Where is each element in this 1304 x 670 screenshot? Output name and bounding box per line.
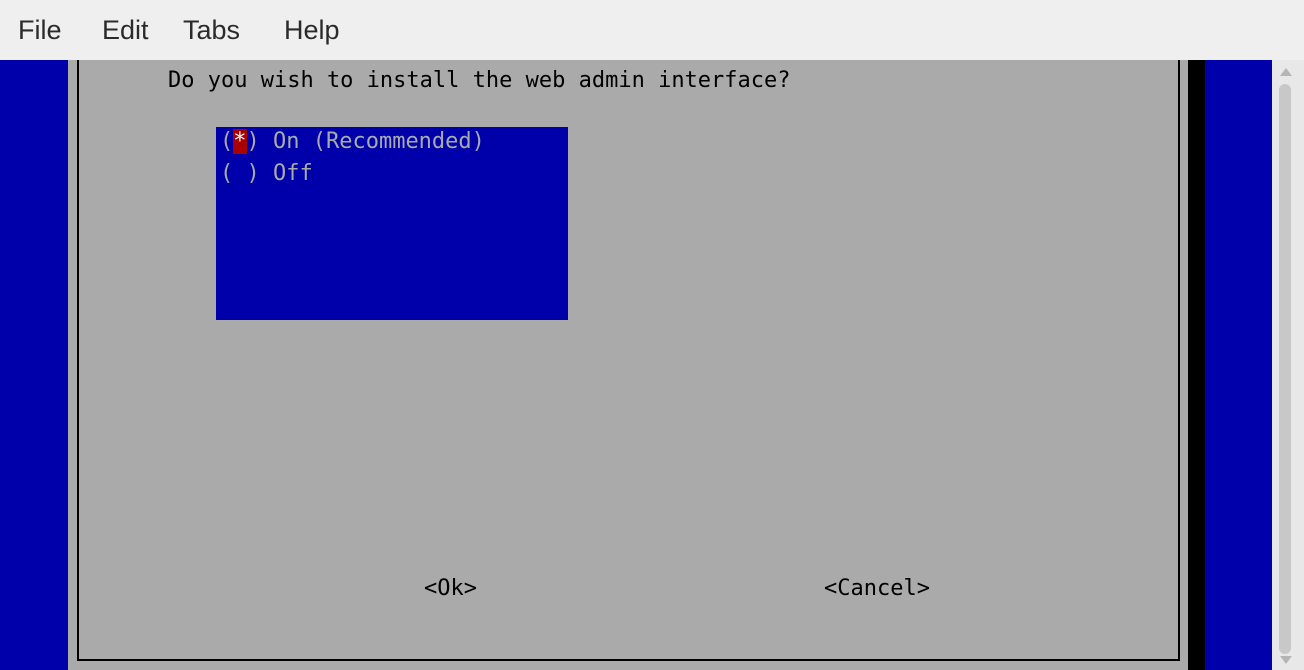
dialog-prompt: Do you wish to install the web admin int… — [168, 68, 791, 93]
cancel-button[interactable]: <Cancel> — [824, 574, 930, 604]
radio-option-label: ) Off — [246, 161, 313, 186]
menu-file[interactable]: File — [18, 14, 62, 46]
vertical-scrollbar[interactable] — [1272, 60, 1304, 670]
scroll-up-icon[interactable] — [1280, 68, 1292, 76]
menu-tabs[interactable]: Tabs — [183, 14, 240, 46]
menu-help[interactable]: Help — [284, 14, 340, 46]
radio-option-label: ) On (Recommended) — [246, 129, 485, 154]
scroll-down-icon[interactable] — [1280, 656, 1292, 664]
dialog-box: Do you wish to install the web admin int… — [68, 60, 1188, 670]
radio-option-on[interactable]: (*) On (Recommended) — [220, 127, 485, 157]
radio-option-off[interactable]: ( ) Off — [220, 159, 313, 189]
radio-bracket-open: ( — [220, 161, 234, 186]
ok-button[interactable]: <Ok> — [424, 574, 477, 604]
radio-list: (*) On (Recommended) ( ) Off — [216, 127, 568, 320]
dialog-shadow — [1188, 60, 1205, 670]
radio-bracket-open: ( — [220, 129, 234, 154]
radio-mark-unselected — [233, 161, 246, 186]
scroll-thumb[interactable] — [1279, 84, 1291, 654]
terminal-window: Do you wish to install the web admin int… — [0, 60, 1272, 670]
menu-bar: File Edit Tabs Help — [0, 0, 1304, 60]
menu-edit[interactable]: Edit — [102, 14, 149, 46]
radio-mark-selected: * — [233, 129, 247, 154]
